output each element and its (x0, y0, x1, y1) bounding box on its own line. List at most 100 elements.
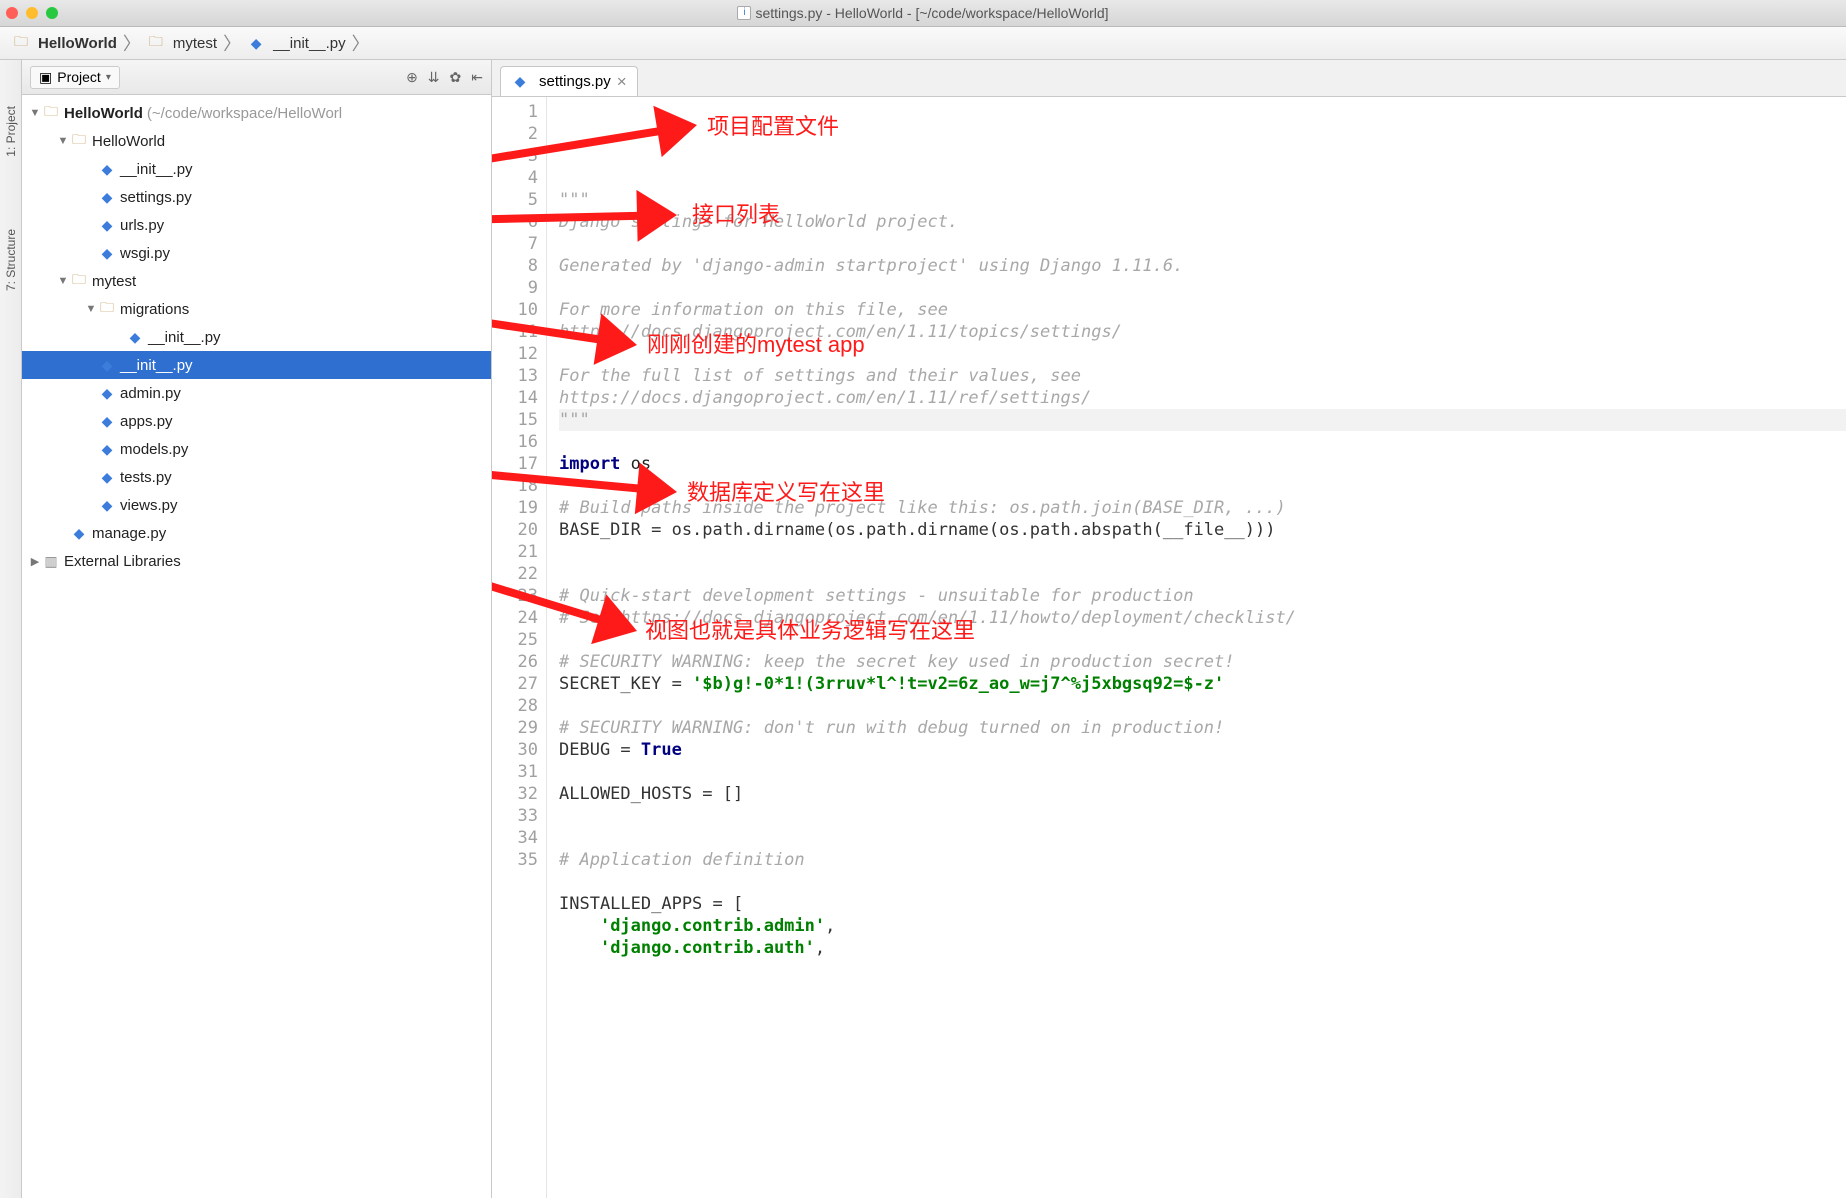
python-file-icon: ◆ (98, 469, 116, 486)
editor-tab[interactable]: ◆ settings.py × (500, 66, 638, 96)
python-file-icon: ◆ (98, 245, 116, 262)
code-line[interactable]: # Quick-start development settings - uns… (559, 585, 1846, 607)
python-file-icon: ◆ (98, 441, 116, 458)
code-line[interactable]: Generated by 'django-admin startproject'… (559, 255, 1846, 277)
window-close-button[interactable] (6, 7, 18, 19)
tree-item-label: wsgi.py (120, 245, 170, 262)
tree-row[interactable]: ▼🗀HelloWorld (22, 127, 491, 155)
project-icon: ▣ (39, 69, 52, 86)
breadcrumb-item[interactable]: 🗀 mytest (145, 31, 219, 55)
structure-toolwindow-button[interactable]: 7: Structure (4, 223, 18, 297)
python-file-icon: ◆ (98, 161, 116, 178)
code-line[interactable]: # SECURITY WARNING: keep the secret key … (559, 651, 1846, 673)
disclosure-arrow-icon[interactable]: ▼ (56, 135, 70, 147)
titlebar: i settings.py - HelloWorld - [~/code/wor… (0, 0, 1846, 27)
code-line[interactable] (559, 805, 1846, 827)
tree-row[interactable]: ◆__init__.py (22, 155, 491, 183)
code-area[interactable]: 项目配置文件接口列表刚刚创建的mytest app数据库定义写在这里视图也就是具… (547, 97, 1846, 1198)
tree-item-label: External Libraries (64, 553, 181, 570)
code-line[interactable] (559, 343, 1846, 365)
code-line[interactable]: 'django.contrib.admin', (559, 915, 1846, 937)
breadcrumb: 🗀 HelloWorld 〉 🗀 mytest 〉 ◆ __init__.py … (0, 27, 1846, 60)
code-line[interactable]: # Application definition (559, 849, 1846, 871)
editor-tab-label: settings.py (539, 73, 611, 90)
tree-item-hint: (~/code/workspace/HelloWorl (143, 105, 342, 122)
code-line[interactable] (559, 827, 1846, 849)
tree-row[interactable]: ◆manage.py (22, 519, 491, 547)
code-line[interactable]: https://docs.djangoproject.com/en/1.11/t… (559, 321, 1846, 343)
window-zoom-button[interactable] (46, 7, 58, 19)
breadcrumb-item[interactable]: ◆ __init__.py (245, 35, 348, 52)
code-line[interactable] (559, 431, 1846, 453)
chevron-right-icon: 〉 (348, 30, 374, 56)
close-tab-icon[interactable]: × (617, 73, 627, 90)
window-minimize-button[interactable] (26, 7, 38, 19)
python-file-icon: ◆ (126, 329, 144, 346)
code-line[interactable]: 'django.contrib.auth', (559, 937, 1846, 959)
code-line[interactable]: """ (559, 409, 1846, 431)
python-file-icon: ◆ (98, 357, 116, 374)
window-title: i settings.py - HelloWorld - [~/code/wor… (0, 5, 1846, 21)
tree-row[interactable]: ▼🗀migrations (22, 295, 491, 323)
disclosure-arrow-icon[interactable]: ▼ (28, 107, 42, 119)
code-line[interactable] (559, 233, 1846, 255)
code-line[interactable] (559, 563, 1846, 585)
project-toolwindow-button[interactable]: 1: Project (4, 100, 18, 163)
tree-item-label: __init__.py (120, 161, 193, 178)
tree-item-label: HelloWorld (64, 105, 143, 122)
tree-row[interactable]: ▶▥External Libraries (22, 547, 491, 575)
package-icon: 🗀 (98, 297, 116, 321)
code-line[interactable]: ALLOWED_HOSTS = [] (559, 783, 1846, 805)
collapse-icon[interactable]: ⇊ (428, 69, 440, 86)
project-view-selector[interactable]: ▣ Project ▾ (30, 66, 120, 89)
code-line[interactable]: https://docs.djangoproject.com/en/1.11/r… (559, 387, 1846, 409)
tree-row[interactable]: ◆__init__.py (22, 351, 491, 379)
package-icon: 🗀 (70, 129, 88, 153)
code-line[interactable] (559, 475, 1846, 497)
code-line[interactable]: DEBUG = True (559, 739, 1846, 761)
code-line[interactable]: BASE_DIR = os.path.dirname(os.path.dirna… (559, 519, 1846, 541)
tree-row[interactable]: ◆models.py (22, 435, 491, 463)
disclosure-arrow-icon[interactable]: ▼ (84, 303, 98, 315)
tree-row[interactable]: ◆urls.py (22, 211, 491, 239)
tree-row[interactable]: ◆views.py (22, 491, 491, 519)
line-number-gutter: 1234567891011121314151617181920212223242… (492, 97, 547, 1198)
code-line[interactable]: # SECURITY WARNING: don't run with debug… (559, 717, 1846, 739)
tree-row[interactable]: ◆tests.py (22, 463, 491, 491)
disclosure-arrow-icon[interactable]: ▶ (28, 555, 42, 568)
hide-icon[interactable]: ⇤ (471, 69, 483, 86)
code-line[interactable]: import os (559, 453, 1846, 475)
file-icon: i (737, 6, 751, 20)
folder-icon: 🗀 (42, 101, 60, 125)
settings-icon[interactable]: ✿ (450, 69, 462, 86)
tree-row[interactable]: ▼🗀HelloWorld (~/code/workspace/HelloWorl (22, 99, 491, 127)
tree-row[interactable]: ▼🗀mytest (22, 267, 491, 295)
code-line[interactable]: # See https://docs.djangoproject.com/en/… (559, 607, 1846, 629)
package-icon: 🗀 (147, 31, 165, 55)
code-line[interactable] (559, 871, 1846, 893)
code-line[interactable]: Django settings for HelloWorld project. (559, 211, 1846, 233)
code-line[interactable]: """ (559, 189, 1846, 211)
code-line[interactable]: SECRET_KEY = '$b)g!-0*1!(3rruv*l^!t=v2=6… (559, 673, 1846, 695)
tree-item-label: admin.py (120, 385, 181, 402)
tree-row[interactable]: ◆wsgi.py (22, 239, 491, 267)
tree-item-label: __init__.py (148, 329, 221, 346)
tree-row[interactable]: ◆__init__.py (22, 323, 491, 351)
locate-icon[interactable]: ⊕ (406, 69, 418, 86)
code-line[interactable] (559, 277, 1846, 299)
code-line[interactable] (559, 629, 1846, 651)
disclosure-arrow-icon[interactable]: ▼ (56, 275, 70, 287)
code-line[interactable] (559, 695, 1846, 717)
code-line[interactable]: # Build paths inside the project like th… (559, 497, 1846, 519)
code-line[interactable] (559, 541, 1846, 563)
tree-row[interactable]: ◆settings.py (22, 183, 491, 211)
editor-body[interactable]: 1234567891011121314151617181920212223242… (492, 97, 1846, 1198)
breadcrumb-item[interactable]: 🗀 HelloWorld (10, 31, 119, 55)
code-line[interactable]: For more information on this file, see (559, 299, 1846, 321)
tree-row[interactable]: ◆apps.py (22, 407, 491, 435)
code-line[interactable] (559, 761, 1846, 783)
code-line[interactable]: For the full list of settings and their … (559, 365, 1846, 387)
project-tree[interactable]: ▼🗀HelloWorld (~/code/workspace/HelloWorl… (22, 95, 491, 1198)
tree-row[interactable]: ◆admin.py (22, 379, 491, 407)
code-line[interactable]: INSTALLED_APPS = [ (559, 893, 1846, 915)
